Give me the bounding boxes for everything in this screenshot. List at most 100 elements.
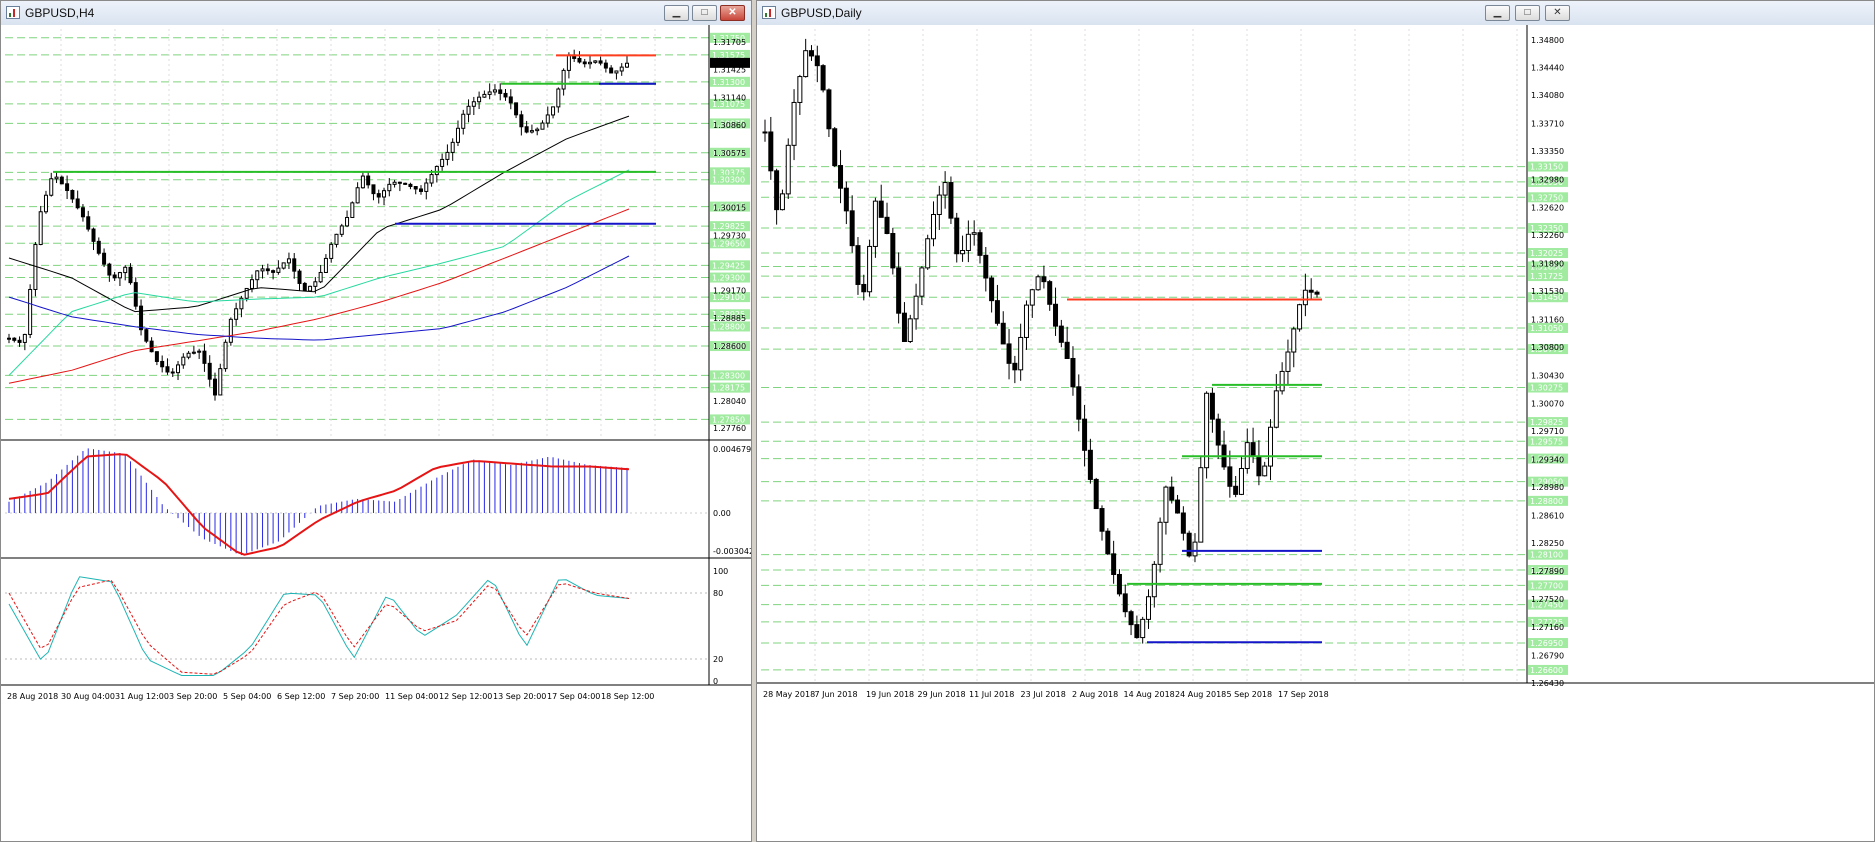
time-axis-tick: 17 Sep 04:00 <box>547 692 600 701</box>
candle-body <box>762 131 768 134</box>
candle-body <box>38 211 43 246</box>
price-level-label: 1.31725 <box>1530 272 1563 281</box>
candle-body <box>593 60 598 63</box>
chart-area[interactable]: 1.331501.329501.327501.323501.320251.318… <box>757 25 1874 841</box>
candle-body <box>450 141 455 153</box>
candle-body <box>1053 303 1059 327</box>
candle-body <box>329 243 334 259</box>
window-titlebar[interactable]: GBPUSD,Daily ▁ □ ✕ <box>757 1 1874 26</box>
candle-body <box>1291 328 1297 353</box>
candle-body <box>577 57 582 63</box>
candle-body <box>43 194 48 213</box>
candle-body <box>1215 418 1221 446</box>
candle-body <box>884 216 890 235</box>
candle-body <box>896 267 902 314</box>
candle-body <box>80 207 85 218</box>
candle-body <box>977 232 983 256</box>
price-axis-tick: 1.31160 <box>1531 315 1564 324</box>
candle-body <box>96 240 101 254</box>
candle-body <box>144 329 149 342</box>
price-axis-tick: 1.34080 <box>1531 91 1564 100</box>
price-level-label: 1.26600 <box>1530 666 1563 675</box>
candle-body <box>1227 466 1233 487</box>
candle-body <box>1279 370 1285 392</box>
candle-body <box>1233 485 1239 495</box>
maximize-button[interactable]: □ <box>1515 5 1540 21</box>
candle-body <box>461 113 466 129</box>
candle-body <box>302 282 307 292</box>
time-axis-tick: 2 Aug 2018 <box>1072 690 1118 699</box>
candle-body <box>350 202 355 218</box>
candle-body <box>619 66 624 72</box>
close-button[interactable]: ✕ <box>1545 5 1570 21</box>
candle-body <box>202 350 207 364</box>
time-axis-tick: 19 Jun 2018 <box>866 690 914 699</box>
candle-body <box>366 175 371 186</box>
minimize-button[interactable]: ▁ <box>1485 5 1510 21</box>
candle-body <box>376 193 381 198</box>
candle-body <box>440 158 445 167</box>
time-axis-tick: 6 Sep 12:00 <box>277 692 325 701</box>
price-axis-tick: 1.30070 <box>1531 399 1564 408</box>
candle-body <box>477 96 482 103</box>
candle-body <box>318 271 323 283</box>
candle-body <box>223 341 228 370</box>
candle-body <box>1273 390 1279 428</box>
price-level-label: 1.28100 <box>1530 551 1563 560</box>
time-axis-tick: 18 Sep 12:00 <box>601 692 654 701</box>
candle-body <box>942 182 948 196</box>
candle-body <box>70 189 75 200</box>
candle-body <box>1145 596 1151 620</box>
candle-body <box>524 126 529 133</box>
price-axis-tick: 1.32260 <box>1531 231 1564 240</box>
chart-window-daily[interactable]: GBPUSD,Daily ▁ □ ✕ 1.33150 1.32950 1.32750… <box>756 0 1875 842</box>
candle-body <box>1064 341 1070 359</box>
time-axis-tick: 5 Sep 2018 <box>1227 690 1273 699</box>
candle-body <box>492 89 497 93</box>
candle-body <box>234 308 239 320</box>
price-level-label: 1.29825 <box>712 222 745 231</box>
close-button[interactable]: ✕ <box>720 5 745 21</box>
candle-body <box>339 225 344 235</box>
candle-body <box>1128 611 1134 626</box>
window-titlebar[interactable]: GBPUSD,H4 ▁ □ ✕ <box>1 1 751 26</box>
candle-body <box>832 128 838 167</box>
candle-body <box>445 151 450 160</box>
price-axis-tick: 1.29710 <box>1531 427 1564 436</box>
price-axis-tick: 1.28040 <box>713 397 746 406</box>
candle-body <box>843 187 849 212</box>
candle-body <box>625 62 629 68</box>
candle-body <box>165 366 170 373</box>
candle-body <box>1297 304 1303 330</box>
price-axis-tick: 1.33710 <box>1531 120 1564 129</box>
candle-body <box>419 188 423 192</box>
candle-body <box>1047 281 1053 305</box>
chart-background <box>757 25 1874 841</box>
price-level-label: 1.30300 <box>712 176 745 185</box>
candle-body <box>556 88 561 108</box>
price-axis-tick: 1.31890 <box>1531 259 1564 268</box>
chart-window-icon <box>6 6 20 19</box>
candle-body <box>7 337 11 340</box>
candle-body <box>276 267 281 273</box>
candle-body <box>768 131 774 172</box>
price-axis-tick: 1.27160 <box>1531 623 1564 632</box>
candle-body <box>838 165 844 189</box>
candle-body <box>1093 478 1099 510</box>
minimize-button[interactable]: ▁ <box>664 5 689 21</box>
candle-body <box>313 281 318 287</box>
candle-body <box>281 262 286 269</box>
maximize-button[interactable]: □ <box>692 5 717 21</box>
price-axis-tick: 1.32620 <box>1531 203 1564 212</box>
candle-body <box>1268 426 1274 467</box>
price-axis-tick: 1.31530 <box>1531 287 1564 296</box>
candle-body <box>867 245 873 293</box>
candle-body <box>345 216 350 227</box>
time-axis-tick: 24 Aug 2018 <box>1175 690 1226 699</box>
chart-window-h4[interactable]: GBPUSD,H4 ▁ □ ✕ 1.31750 1.31575 1.31300 1.3… <box>0 0 752 842</box>
candle-body <box>503 92 508 98</box>
price-axis-tick: 1.30800 <box>1531 343 1564 352</box>
chart-area[interactable]: 1.317501.315751.313001.310751.308751.305… <box>1 25 751 841</box>
candle-body <box>181 356 186 366</box>
candle-body <box>861 283 867 293</box>
